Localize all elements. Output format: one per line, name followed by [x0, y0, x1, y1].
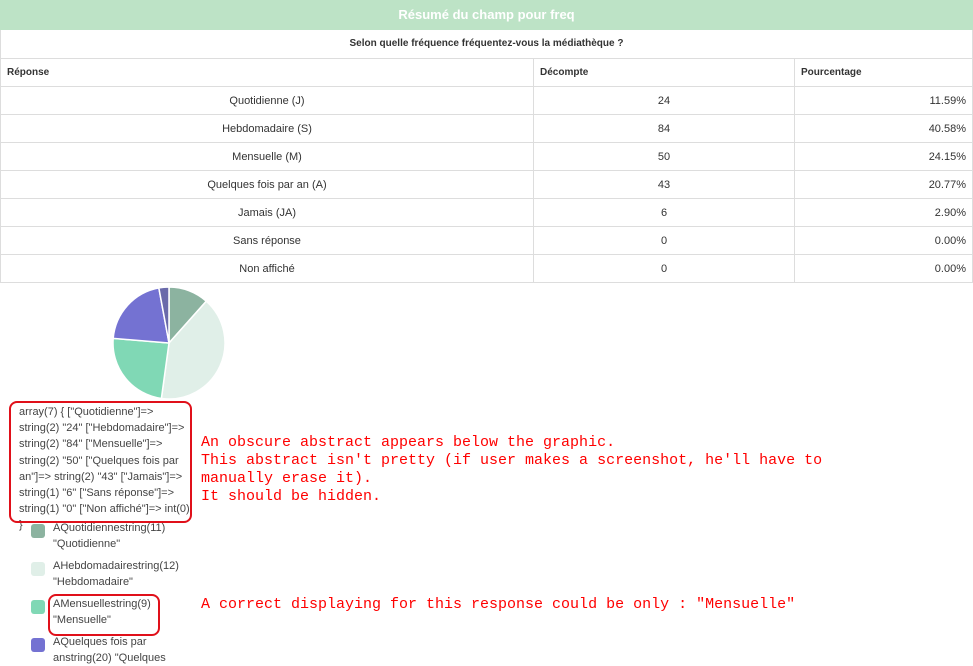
response-cell: Non affiché [0, 254, 534, 283]
results-table: Réponse Décompte Pourcentage Quotidienne… [0, 58, 973, 283]
response-cell: Quotidienne (J) [0, 86, 534, 115]
response-cell: Jamais (JA) [0, 198, 534, 227]
legend-swatch [31, 524, 45, 538]
count-cell: 84 [533, 114, 795, 143]
question-title: Selon quelle fréquence fréquentez-vous l… [0, 30, 973, 59]
response-cell: Sans réponse [0, 226, 534, 255]
legend-swatch [31, 638, 45, 652]
pie-chart [112, 286, 226, 400]
count-cell: 0 [533, 226, 795, 255]
annotation-note-1: An obscure abstract appears below the gr… [201, 434, 823, 505]
col-header-count: Décompte [533, 58, 795, 87]
count-cell: 43 [533, 170, 795, 199]
legend-label: AQuelques fois par anstring(20) "Quelque… [53, 636, 166, 664]
percent-cell: 20.77% [794, 170, 973, 199]
table-row: Sans réponse 0 0.00% [0, 226, 973, 255]
percent-cell: 0.00% [794, 226, 973, 255]
table-row: Quotidienne (J) 24 11.59% [0, 86, 973, 115]
percent-cell: 24.15% [794, 142, 973, 171]
legend-label: AHebdomadairestring(12) "Hebdomadaire" [53, 560, 179, 588]
count-cell: 6 [533, 198, 795, 227]
percent-cell: 40.58% [794, 114, 973, 143]
table-row: Hebdomadaire (S) 84 40.58% [0, 114, 973, 143]
highlight-box-legend [48, 594, 160, 636]
count-cell: 0 [533, 254, 795, 283]
col-header-percent: Pourcentage [794, 58, 973, 87]
percent-cell: 0.00% [794, 254, 973, 283]
table-row: Jamais (JA) 6 2.90% [0, 198, 973, 227]
percent-cell: 2.90% [794, 198, 973, 227]
table-row: Mensuelle (M) 50 24.15% [0, 142, 973, 171]
response-cell: Hebdomadaire (S) [0, 114, 534, 143]
legend-label: AQuotidiennestring(11) "Quotidienne" [53, 522, 166, 550]
response-cell: Mensuelle (M) [0, 142, 534, 171]
col-header-response: Réponse [0, 58, 534, 87]
response-cell: Quelques fois par an (A) [0, 170, 534, 199]
annotation-note-2: A correct displaying for this response c… [201, 596, 796, 613]
count-cell: 50 [533, 142, 795, 171]
table-row: Non affiché 0 0.00% [0, 254, 973, 283]
legend-swatch [31, 600, 45, 614]
pie-slice-mensuelle [112, 337, 170, 400]
highlight-box-dump [9, 401, 192, 523]
table-row: Quelques fois par an (A) 43 20.77% [0, 170, 973, 199]
count-cell: 24 [533, 86, 795, 115]
percent-cell: 11.59% [794, 86, 973, 115]
summary-header: Résumé du champ pour freq [0, 0, 973, 30]
legend-swatch [31, 562, 45, 576]
